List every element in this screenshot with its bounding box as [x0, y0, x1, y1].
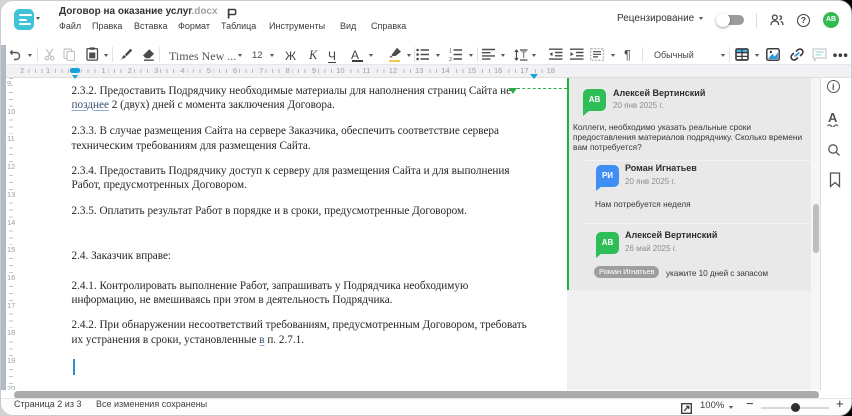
svg-text:2: 2 [449, 57, 452, 61]
svg-text:T: T [521, 50, 527, 60]
svg-text:1: 1 [449, 49, 452, 55]
